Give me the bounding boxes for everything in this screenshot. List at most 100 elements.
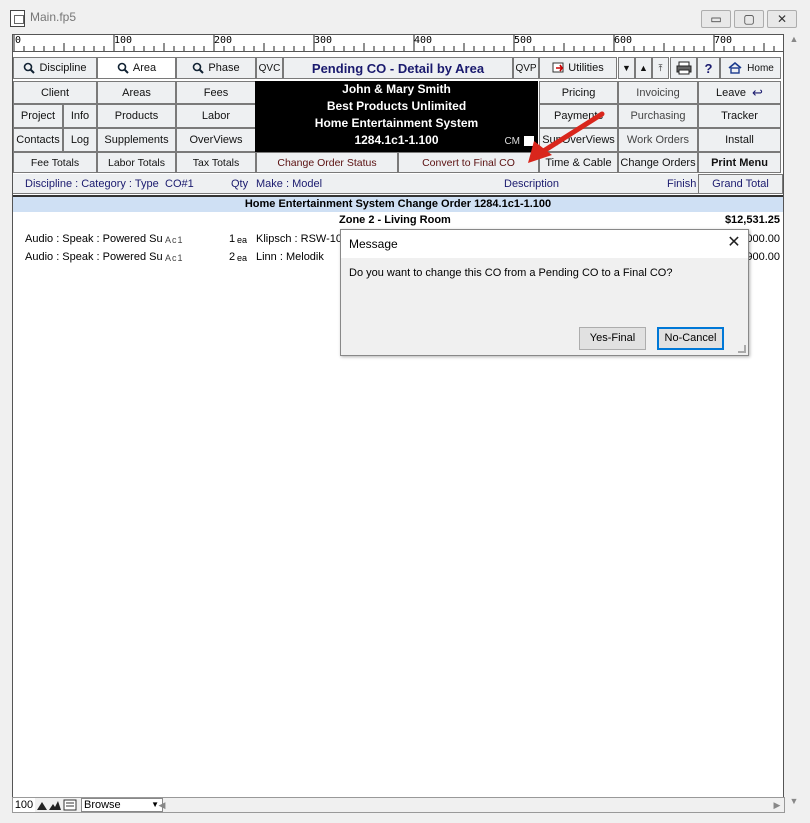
no-cancel-button[interactable]: No-Cancel (657, 327, 724, 350)
top-arrow-icon[interactable]: ⤒ (652, 57, 669, 79)
home-button[interactable]: Home (720, 57, 781, 79)
area-button[interactable]: Area (97, 57, 176, 79)
page-title: Pending CO - Detail by Area (283, 57, 513, 79)
return-arrow-icon: ↩ (752, 84, 763, 100)
ruler-label: 700 (714, 35, 733, 46)
client-button[interactable]: Client (13, 81, 97, 104)
overviews-button[interactable]: OverViews (176, 128, 256, 152)
fees-button[interactable]: Fees (176, 81, 256, 104)
utilities-label: Utilities (568, 62, 604, 74)
fee-totals-button[interactable]: Fee Totals (13, 152, 97, 173)
yes-final-button[interactable]: Yes-Final (579, 327, 646, 350)
row-qty: 1 (229, 233, 236, 245)
zone-row: Zone 2 - Living Room $12,531.25 (13, 213, 783, 230)
utilities-icon (552, 62, 564, 74)
company-name: Best Products Unlimited (326, 99, 467, 113)
vertical-scrollbar[interactable]: ▲ ▼ (785, 34, 803, 812)
change-order-status-button[interactable]: Change Order Status (256, 152, 398, 173)
tracker-button[interactable]: Tracker (698, 104, 781, 128)
qvc-button[interactable]: QVC (256, 57, 283, 79)
job-info-box: John & Mary Smith Best Products Unlimite… (255, 81, 538, 152)
restore-button[interactable]: ▢ (734, 10, 764, 28)
mode-select[interactable]: Browse ▼ (81, 798, 163, 812)
utilities-button[interactable]: Utilities (539, 57, 617, 79)
products-button[interactable]: Products (97, 104, 176, 128)
area-label: Area (132, 62, 157, 74)
qvp-button[interactable]: QVP (513, 57, 539, 79)
print-icon[interactable] (670, 57, 697, 79)
cm-label: CM (504, 136, 520, 147)
contacts-button[interactable]: Contacts (13, 128, 63, 152)
convert-final-co-button[interactable]: Convert to Final CO (398, 152, 539, 173)
system-name: Home Entertainment System (314, 116, 479, 130)
log-button[interactable]: Log (63, 128, 97, 152)
row-make: Klipsch : RSW-10 (256, 233, 342, 245)
print-menu-button[interactable]: Print Menu (698, 152, 781, 173)
supplements-button[interactable]: Supplements (97, 128, 176, 152)
leave-label: Leave (716, 86, 747, 99)
status-area-icon[interactable] (63, 799, 77, 811)
areas-button[interactable]: Areas (97, 81, 176, 104)
pricing-button[interactable]: Pricing (539, 81, 618, 104)
scroll-left-icon[interactable]: ◀ (156, 798, 168, 812)
row-unit: ea (237, 253, 248, 263)
phase-label: Phase (208, 62, 240, 74)
tax-totals-button[interactable]: Tax Totals (176, 152, 256, 173)
ruler: 0 100 200 300 400 500 600 700 (12, 34, 784, 52)
window-title: Main.fp5 (30, 10, 77, 24)
col-category: Discipline : Category : Type (25, 178, 159, 190)
help-button[interactable]: ? (697, 57, 720, 79)
change-orders-button[interactable]: Change Orders (618, 152, 698, 173)
zoom-in-icon[interactable] (49, 799, 61, 811)
phase-button[interactable]: Phase (176, 57, 256, 79)
mode-value: Browse (84, 799, 121, 811)
magnifier-icon (117, 62, 129, 74)
row-unit: ea (237, 235, 248, 245)
co-number: 1284.1c1-1.100 (354, 133, 439, 147)
annotation-arrow-icon (528, 111, 605, 163)
column-headers: Discipline : Category : Type CO#1 Qty Ma… (13, 174, 783, 194)
row-category: Audio : Speak : Powered Su (25, 251, 163, 263)
col-description: Description (504, 178, 560, 190)
purchasing-button[interactable]: Purchasing (618, 104, 698, 128)
dialog-message: Do you want to change this CO from a Pen… (349, 267, 673, 279)
grand-total-button[interactable]: Grand Total (698, 174, 783, 194)
scroll-up-icon[interactable]: ▲ (785, 34, 803, 50)
ruler-label: 0 (15, 35, 22, 46)
zoom-out-icon[interactable] (36, 799, 48, 811)
install-button[interactable]: Install (698, 128, 781, 152)
zoom-level[interactable]: 100 (13, 798, 35, 812)
ruler-label: 500 (514, 35, 533, 46)
close-button[interactable]: ✕ (767, 10, 797, 28)
labor-totals-button[interactable]: Labor Totals (97, 152, 176, 173)
zone-total: $12,531.25 (724, 214, 780, 226)
ruler-label: 400 (414, 35, 433, 46)
change-order-title: Home Entertainment System Change Order 1… (13, 195, 783, 212)
leave-button[interactable]: Leave ↩ (698, 81, 781, 104)
home-icon (727, 61, 743, 74)
invoicing-button[interactable]: Invoicing (618, 81, 698, 104)
discipline-button[interactable]: Discipline (13, 57, 97, 79)
row-qty: 2 (229, 251, 236, 263)
magnifier-icon (23, 62, 36, 74)
dropdown-arrow-icon[interactable]: ▼ (618, 57, 635, 79)
project-button[interactable]: Project (13, 104, 63, 128)
resize-grip-icon[interactable] (738, 345, 746, 353)
labor-button[interactable]: Labor (176, 104, 256, 128)
message-dialog: Message ✕ Do you want to change this CO … (340, 229, 749, 356)
scroll-right-icon[interactable]: ▶ (770, 798, 784, 812)
window-titlebar (0, 0, 810, 32)
col-qty: Qty (231, 178, 249, 190)
col-co: CO#1 (165, 178, 194, 190)
work-orders-button[interactable]: Work Orders (618, 128, 698, 152)
ruler-label: 100 (114, 35, 133, 46)
dialog-close-button[interactable]: ✕ (724, 233, 744, 253)
dialog-title: Message (349, 237, 398, 251)
row-make: Linn : Melodik (256, 251, 324, 263)
discipline-label: Discipline (39, 62, 87, 74)
client-name: John & Mary Smith (342, 82, 451, 96)
minimize-button[interactable]: ▭ (701, 10, 731, 28)
up-arrow-icon[interactable]: ▲ (635, 57, 652, 79)
info-button[interactable]: Info (63, 104, 97, 128)
scroll-down-icon[interactable]: ▼ (785, 796, 803, 812)
